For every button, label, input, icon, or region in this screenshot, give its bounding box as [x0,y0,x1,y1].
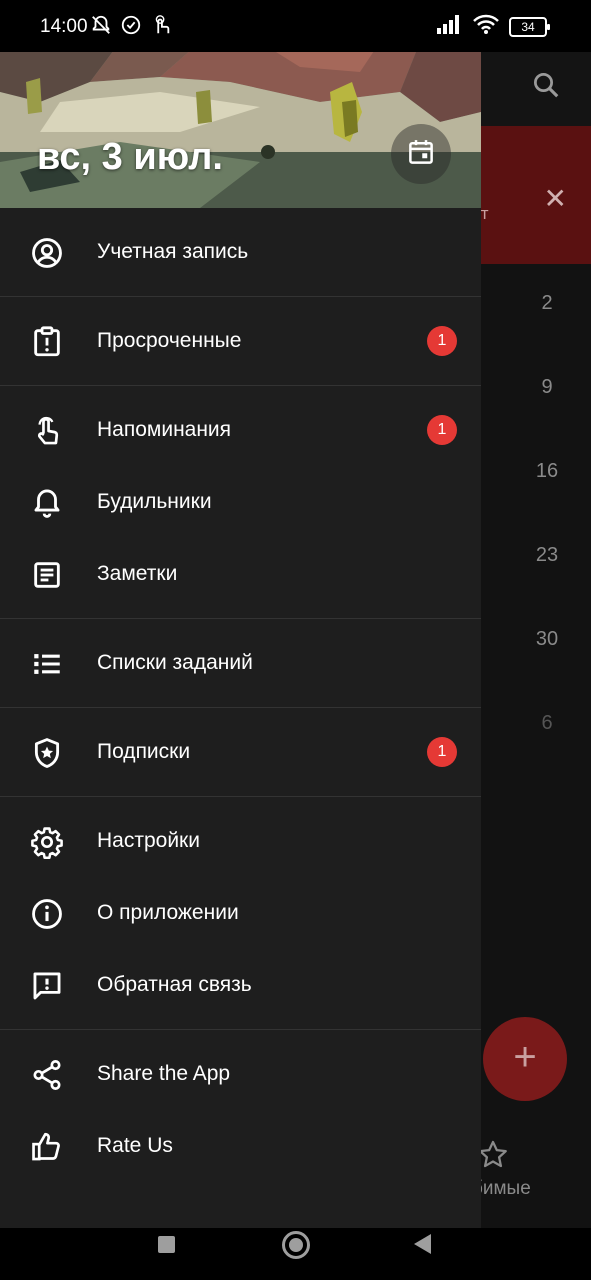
account-circle-icon [30,236,64,270]
thumb-up-icon [30,1130,64,1164]
mute-notifications-icon [90,14,112,36]
menu-item-subscriptions[interactable]: Подписки 1 [0,716,481,788]
drawer-date: вс, 3 июл. [37,136,223,178]
drawer-menu: Учетная запись Просроченные 1 Напоминани… [0,208,481,1182]
home-button[interactable] [282,1231,310,1259]
menu-item-label: Просроченные [97,329,242,352]
status-time: 14:00 [40,16,88,37]
touch-icon [150,14,172,36]
back-button[interactable] [414,1234,431,1254]
menu-item-notes[interactable]: Заметки [0,538,481,610]
menu-item-label: Будильники [97,490,212,513]
info-icon [30,897,64,931]
battery-level: 34 [521,19,535,34]
menu-item-label: Учетная запись [97,240,249,263]
calendar-day: 6 [541,712,553,734]
check-circle-icon [120,14,142,36]
menu-item-alarms[interactable]: Будильники [0,466,481,538]
menu-item-label: Напоминания [97,418,232,441]
bell-icon [30,486,64,520]
menu-item-about[interactable]: О приложении [0,877,481,949]
menu-item-rate[interactable]: Rate Us [0,1110,481,1182]
menu-item-reminders[interactable]: Напоминания 1 [0,394,481,466]
search-icon [531,70,561,100]
system-navigation-bar [0,1228,591,1280]
battery-icon: 34 [509,16,550,37]
menu-item-account[interactable]: Учетная запись [0,216,481,288]
count-badge: 1 [427,737,457,767]
menu-item-share[interactable]: Share the App [0,1038,481,1110]
status-bar: 14:00 34 [0,0,591,52]
calendar-day: 2 [541,292,553,314]
calendar-day: 30 [535,628,559,650]
share-icon [30,1058,64,1092]
add-fab-button: + [483,1017,567,1101]
shield-star-icon [30,736,64,770]
fab-label: + [513,1035,537,1079]
clipboard-alert-icon [30,325,64,359]
calendar-day: 23 [535,544,559,566]
feedback-icon [30,969,64,1003]
count-badge: 1 [427,415,457,445]
menu-item-label: Заметки [97,562,178,585]
menu-item-label: О приложении [97,901,239,924]
calendar-day: 16 [535,460,559,482]
calendar-day: 9 [541,376,553,398]
menu-item-label: Подписки [97,740,191,763]
list-icon [30,647,64,681]
menu-item-task-lists[interactable]: Списки заданий [0,627,481,699]
wifi-icon [473,14,499,39]
navigation-drawer: вс, 3 июл. Учетная запись Просроченные 1 [0,42,481,1228]
menu-item-label: Списки заданий [97,651,253,674]
close-icon: ✕ [543,183,567,214]
touch-icon [30,414,64,448]
recents-button[interactable] [158,1236,175,1253]
menu-item-label: Share the App [97,1062,231,1085]
count-badge: 1 [427,326,457,356]
menu-item-label: Обратная связь [97,973,252,996]
drawer-header: вс, 3 июл. [0,42,481,208]
calendar-button[interactable] [391,124,451,184]
header-landscape-image [0,42,481,208]
menu-item-settings[interactable]: Настройки [0,805,481,877]
star-icon [476,1138,510,1172]
menu-item-feedback[interactable]: Обратная связь [0,949,481,1021]
menu-item-overdue[interactable]: Просроченные 1 [0,305,481,377]
menu-item-label: Rate Us [97,1134,173,1157]
signal-icon [437,14,463,39]
gear-icon [30,825,64,859]
calendar-icon [406,137,436,172]
note-icon [30,558,64,592]
menu-item-label: Настройки [97,829,200,852]
